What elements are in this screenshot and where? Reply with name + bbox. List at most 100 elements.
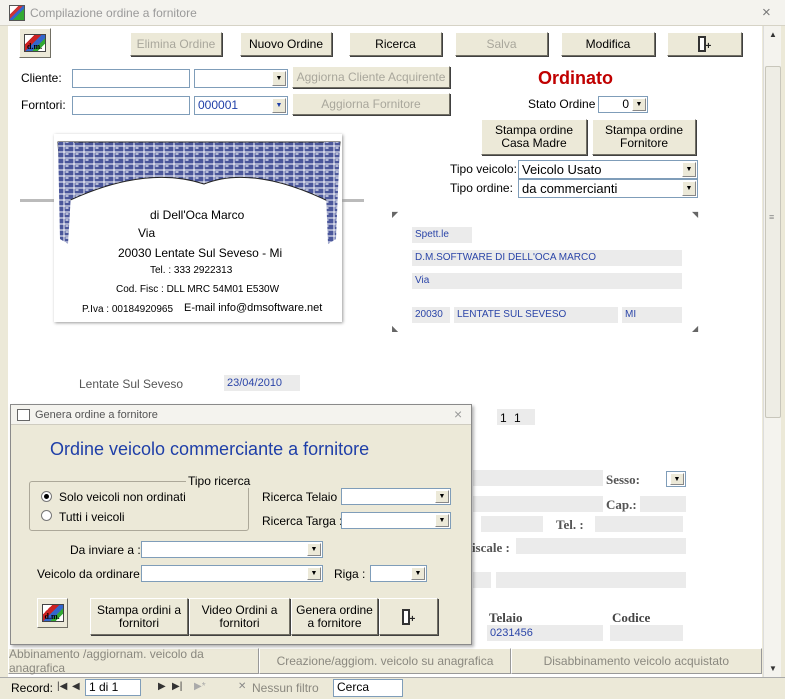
fornitore-code: 000001 (198, 98, 239, 112)
address-cap-field: 20030 (412, 307, 450, 323)
action-bar: Abbinamento /aggiornam. veicolo da anagr… (8, 647, 762, 675)
logo-piva: P.Iva : 00184920965 (82, 304, 174, 315)
fiscale-field (516, 538, 686, 554)
tipo-ricerca-label: Tipo ricerca (186, 474, 253, 488)
scroll-down-icon[interactable]: ▼ (764, 660, 782, 677)
form-icon (17, 409, 30, 421)
stato-ordine-label: Stato Ordine : (528, 97, 603, 111)
scroll-up-icon[interactable]: ▲ (764, 26, 782, 43)
last-record-icon[interactable]: ▶| (172, 681, 182, 692)
logo-tel: Tel. : 333 2922313 (150, 265, 233, 276)
close-icon[interactable]: × (762, 4, 771, 21)
stato-ordine-value: 0 (622, 97, 629, 111)
opt2-label: Tutti i veicoli (59, 510, 125, 524)
vertical-scrollbar[interactable]: ▲ ≡ ▼ (763, 26, 781, 677)
genera-ordine-button[interactable]: Genera ordine a fornitore (291, 598, 378, 635)
chevron-down-icon[interactable]: ▼ (272, 98, 286, 113)
app-icon (9, 5, 25, 21)
dialog-close-icon[interactable]: × (454, 406, 462, 422)
stampa-ordini-button[interactable]: Stampa ordini a fornitori (90, 598, 188, 635)
dm-logo-button[interactable]: d.m. (19, 28, 51, 58)
record-position-input[interactable]: 1 di 1 (85, 679, 141, 696)
chevron-down-icon[interactable]: ▼ (307, 543, 321, 556)
stato-ordine-combo[interactable]: 0 ▼ (598, 96, 648, 113)
address-via-field: Via (412, 273, 682, 289)
cliente-label: Cliente: (21, 71, 62, 85)
cliente-input[interactable] (72, 69, 190, 88)
tipo-veicolo-combo[interactable]: Veicolo Usato ▼ (518, 160, 698, 179)
logo-cf: Cod. Fisc : DLL MRC 54M01 E530W (116, 284, 280, 295)
cap-label: Cap.: (606, 497, 637, 512)
aggiorna-fornitore-button[interactable]: Aggiorna Fornitore (292, 93, 450, 115)
stampa-casa-madre-button[interactable]: Stampa ordine Casa Madre (481, 119, 587, 155)
next-record-icon[interactable]: ▶ (158, 681, 166, 692)
filter-icon[interactable]: ✕ (238, 681, 246, 692)
dialog-logo-button[interactable]: d.m. (37, 598, 68, 628)
exit-button[interactable]: + (667, 32, 742, 56)
telaio-header: Telaio (489, 610, 523, 625)
date-field: 23/04/2010 (224, 375, 300, 391)
sesso-label: Sesso: (606, 472, 640, 487)
chevron-down-icon[interactable]: ▼ (670, 473, 684, 485)
first-record-icon[interactable]: |◀ (57, 681, 67, 692)
modifica-button[interactable]: Modifica (561, 32, 655, 56)
elimina-ordine-button[interactable]: Elimina Ordine (130, 32, 222, 56)
ricerca-button[interactable]: Ricerca (349, 32, 442, 56)
chevron-down-icon[interactable]: ▼ (307, 567, 321, 580)
chevron-down-icon[interactable]: ▼ (272, 71, 286, 86)
chevron-down-icon[interactable]: ▼ (411, 567, 425, 580)
sesso-combo[interactable]: ▼ (666, 471, 686, 487)
veicolo-label: Veicolo da ordinare : (37, 567, 147, 581)
filter-status[interactable]: Nessun filtro (252, 681, 319, 695)
tipo-ordine-combo[interactable]: da commercianti ▼ (518, 179, 698, 198)
inviare-combo[interactable]: ▼ (141, 541, 323, 558)
dm-logo-icon: d.m. (24, 34, 46, 52)
address-city-field: LENTATE SUL SEVESO (454, 307, 618, 323)
corner-marker: ◢ (692, 324, 699, 333)
radio-tutti[interactable] (41, 510, 52, 521)
creazione-button[interactable]: Creazione/aggiom. veicolo su anagrafica (259, 648, 511, 674)
disabbinamento-button[interactable]: Disabbinamento veicolo acquistato (510, 648, 762, 674)
chevron-down-icon[interactable]: ▼ (435, 490, 449, 503)
grip-icon: ≡ (769, 212, 775, 222)
abbinamento-button[interactable]: Abbinamento /aggiornam. veicolo da anagr… (8, 647, 260, 675)
cliente-combo[interactable]: ▼ (194, 69, 288, 88)
chevron-down-icon[interactable]: ▼ (682, 181, 696, 196)
aggiorna-cliente-button[interactable]: Aggiorna Cliente Acquirente (292, 66, 450, 88)
ricerca-telaio-label: Ricerca Telaio : (262, 490, 344, 504)
fornitori-input[interactable] (72, 96, 190, 115)
corner-marker: ◥ (692, 210, 699, 219)
chevron-down-icon[interactable]: ▼ (682, 162, 696, 177)
prev-record-icon[interactable]: ◀ (72, 681, 80, 692)
dialog-heading: Ordine veicolo commerciante a fornitore (50, 439, 370, 459)
dialog-titlebar: Genera ordine a fornitore × (11, 405, 471, 425)
dialog-exit-button[interactable]: + (379, 598, 438, 635)
chevron-down-icon[interactable]: ▼ (632, 98, 646, 111)
stampa-fornitore-button[interactable]: Stampa ordine Fornitore (592, 119, 696, 155)
exit-door-icon: + (401, 608, 416, 625)
company-logo-card: di Dell'Oca Marco Via 20030 Lentate Sul … (54, 134, 342, 322)
dialog-title: Genera ordine a fornitore (35, 409, 158, 421)
new-record-icon[interactable]: ▶* (194, 681, 206, 692)
nuovo-ordine-button[interactable]: Nuovo Ordine (240, 32, 332, 56)
ricerca-telaio-combo[interactable]: ▼ (341, 488, 451, 505)
search-input[interactable]: Cerca (333, 679, 403, 697)
record-label: Record: (11, 681, 54, 695)
fornitore-code-combo[interactable]: 000001 ▼ (194, 96, 288, 115)
num2-field: 1 (511, 409, 535, 425)
video-ordini-button[interactable]: Video Ordini a fornitori (189, 598, 290, 635)
fornitori-label: Forntori: (21, 98, 66, 112)
scrollbar-thumb[interactable] (765, 66, 781, 418)
ricerca-targa-combo[interactable]: ▼ (341, 512, 451, 529)
gray-field (473, 496, 603, 512)
veicolo-combo[interactable]: ▼ (141, 565, 323, 582)
window-title: Compilazione ordine a fornitore (30, 6, 197, 20)
cap-field (640, 496, 686, 512)
logo-city: 20030 Lentate Sul Seveso - Mi (118, 246, 283, 260)
chevron-down-icon[interactable]: ▼ (435, 514, 449, 527)
salva-button[interactable]: Salva (455, 32, 548, 56)
gray-field (473, 572, 491, 588)
riga-combo[interactable]: ▼ (370, 565, 427, 582)
radio-non-ordinati[interactable] (41, 491, 52, 502)
gray-field (481, 516, 543, 532)
